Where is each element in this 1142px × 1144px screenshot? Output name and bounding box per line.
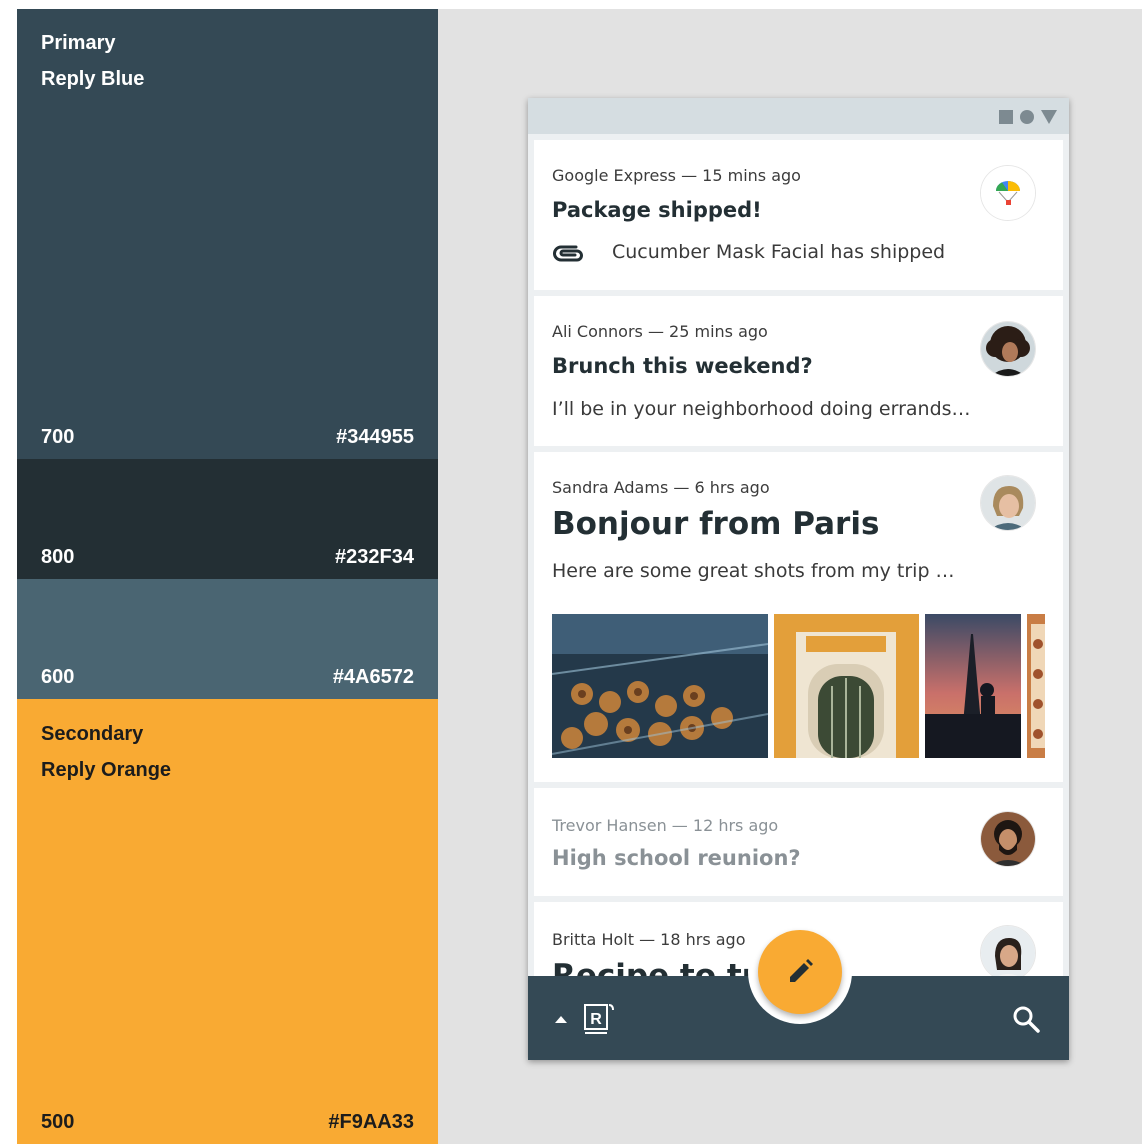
swatch-primary-800: 800 #232F34	[17, 459, 438, 579]
email-subject: Package shipped!	[552, 198, 762, 222]
swatch-shade-label: 700	[41, 426, 75, 448]
palette-role-label: Secondary	[41, 723, 144, 745]
swatch-primary-700: Primary Reply Blue 700 #344955	[17, 9, 438, 459]
swatch-primary-600: 600 #4A6572	[17, 579, 438, 699]
palette-color-name: Reply Orange	[41, 759, 172, 781]
email-meta: Sandra Adams — 6 hrs ago	[552, 478, 770, 497]
ali-connors-avatar	[981, 322, 1035, 376]
macarons-photo[interactable]	[1027, 614, 1045, 758]
email-subject: Recipe to try	[552, 958, 778, 976]
britta-holt-avatar	[981, 926, 1035, 976]
sandra-adams-avatar	[981, 476, 1035, 530]
circle-icon	[1020, 110, 1034, 124]
reply-logo-icon[interactable]: R	[582, 1002, 616, 1036]
email-card[interactable]: Ali Connors — 25 mins ago Brunch this we…	[534, 296, 1063, 446]
eiffel-tower-photo[interactable]	[925, 614, 1021, 758]
primary-palette-title: Primary Reply Blue	[41, 25, 144, 97]
pencil-icon	[790, 959, 813, 982]
email-meta: Britta Holt — 18 hrs ago	[552, 930, 746, 949]
email-subject: High school reunion?	[552, 846, 801, 870]
chevron-up-icon[interactable]	[555, 1016, 567, 1023]
palette-role-label: Primary	[41, 32, 116, 54]
compose-button[interactable]	[758, 930, 842, 1014]
swatch-shade-label: 600	[41, 666, 75, 688]
atelier-door-photo[interactable]	[774, 614, 919, 758]
email-subject: Bonjour from Paris	[552, 506, 880, 542]
email-meta: Ali Connors — 25 mins ago	[552, 322, 768, 341]
email-preview: Cucumber Mask Facial has shipped	[612, 241, 946, 263]
email-meta: Trevor Hansen — 12 hrs ago	[552, 816, 779, 835]
email-card[interactable]: Trevor Hansen — 12 hrs ago High school r…	[534, 788, 1063, 896]
email-subject: Brunch this weekend?	[552, 354, 813, 378]
logo-letter: R	[590, 1011, 602, 1028]
triangle-icon	[1041, 110, 1057, 124]
email-preview: I’ll be in your neighborhood doing erran…	[552, 398, 971, 420]
status-bar	[528, 98, 1069, 134]
color-palette: Primary Reply Blue 700 #344955 800 #232F…	[17, 9, 438, 1144]
email-preview: Here are some great shots from my trip …	[552, 560, 955, 582]
phone-mockup: Google Express — 15 mins ago Package shi…	[528, 98, 1069, 1060]
email-card[interactable]: Google Express — 15 mins ago Package shi…	[534, 140, 1063, 290]
swatch-hex-label: #4A6572	[332, 666, 414, 688]
attachment-icon	[553, 245, 583, 262]
palette-color-name: Reply Blue	[41, 68, 145, 90]
pastries-photo[interactable]	[552, 614, 768, 758]
search-icon[interactable]	[1011, 1004, 1041, 1034]
photo-attachments	[552, 614, 1045, 758]
trevor-hansen-avatar	[981, 812, 1035, 866]
google-express-logo-icon	[981, 166, 1035, 220]
secondary-palette-title: Secondary Reply Orange	[41, 716, 171, 788]
swatch-secondary-500: Secondary Reply Orange 500 #F9AA33	[17, 699, 438, 1144]
email-list[interactable]: Google Express — 15 mins ago Package shi…	[534, 140, 1063, 976]
swatch-shade-label: 800	[41, 546, 75, 568]
square-icon	[999, 110, 1013, 124]
email-card[interactable]: Sandra Adams — 6 hrs ago Bonjour from Pa…	[534, 452, 1063, 782]
swatch-hex-label: #F9AA33	[328, 1111, 414, 1133]
swatch-shade-label: 500	[41, 1111, 75, 1133]
swatch-hex-label: #344955	[336, 426, 414, 448]
email-meta: Google Express — 15 mins ago	[552, 166, 801, 185]
swatch-hex-label: #232F34	[335, 546, 414, 568]
